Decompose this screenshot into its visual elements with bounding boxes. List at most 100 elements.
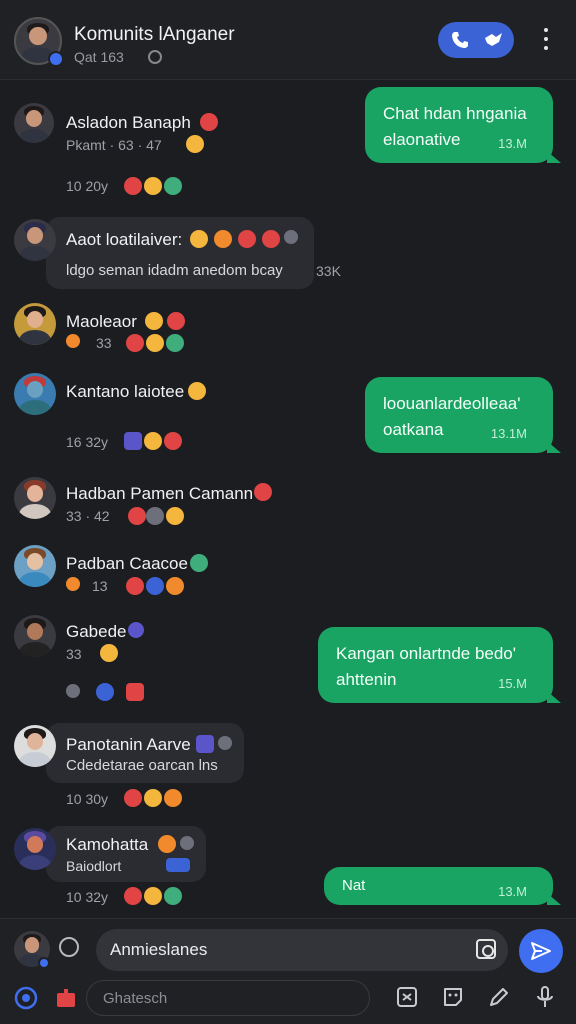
outgoing-time: 13.1M (490, 426, 527, 441)
message-time: 10 30y (66, 791, 109, 807)
composer: Anmieslanes Ghatesch (0, 918, 576, 1024)
gift-icon[interactable] (126, 683, 144, 701)
sender-name[interactable]: Hadban Pamen Camann (66, 484, 253, 504)
plant-icon (190, 554, 208, 572)
reaction-icon[interactable] (124, 789, 142, 807)
more-options-icon[interactable] (536, 28, 556, 54)
call-button-group[interactable] (438, 22, 514, 58)
outgoing-bubble[interactable]: loouanlardeolleaa' oatkana 13.1M (365, 377, 561, 453)
avatar[interactable] (14, 725, 56, 767)
reaction-icon[interactable] (128, 507, 146, 525)
sender-name[interactable]: Panotanin Aarve (66, 735, 191, 755)
reaction-icon[interactable] (164, 432, 182, 450)
outgoing-time: 13.M (498, 136, 527, 151)
sender-name[interactable]: Aaot loatilaiver: (66, 230, 182, 250)
phone-icon[interactable] (450, 30, 470, 50)
message-meta: 33 (66, 646, 82, 662)
message-input-value: Anmieslanes (110, 940, 208, 959)
share-icon[interactable] (96, 683, 114, 701)
sender-name[interactable]: Padban Caacoe (66, 554, 188, 574)
message-time: 10 32y (66, 889, 109, 905)
reaction-icon[interactable] (126, 577, 144, 595)
reaction-icon[interactable] (166, 334, 184, 352)
tag-icon (166, 858, 190, 872)
message-text: ldgo seman idadm anedom bcay (66, 262, 283, 279)
message-input[interactable]: Anmieslanes (96, 929, 508, 971)
camera-icon[interactable] (476, 939, 496, 959)
reaction-icon[interactable] (144, 789, 162, 807)
coin-icon (66, 577, 80, 591)
avatar[interactable] (14, 219, 56, 261)
verified-icon (128, 622, 144, 638)
outgoing-time: 15.M (498, 676, 527, 691)
reaction-icon[interactable] (146, 507, 164, 525)
sender-name[interactable]: Kamohatta (66, 835, 148, 855)
message-meta: 33 · 42 (66, 508, 110, 524)
pen-icon[interactable] (487, 985, 511, 1009)
chat-title[interactable]: Komunits lAnganer (74, 24, 235, 46)
reaction-icon[interactable] (164, 789, 182, 807)
microphone-icon[interactable] (533, 985, 557, 1009)
chat-header: Komunits lAnganer Qat 163 (0, 0, 576, 80)
outgoing-bubble[interactable]: Kangan onlartnde bedo' ahttenin 15.M (318, 627, 561, 703)
reaction-icon[interactable] (146, 577, 164, 595)
reaction-icon[interactable] (124, 432, 142, 450)
avatar[interactable] (14, 828, 56, 870)
badge-icon (196, 735, 214, 753)
reaction-icon[interactable] (164, 177, 182, 195)
reaction-icon[interactable] (164, 887, 182, 905)
reaction-icon[interactable] (124, 887, 142, 905)
emoji-icon (214, 230, 232, 248)
fire-icon (200, 113, 218, 131)
gift-icon[interactable] (54, 986, 78, 1010)
avatar[interactable] (14, 103, 54, 143)
avatar[interactable] (14, 615, 56, 657)
emoji-icon (190, 230, 208, 248)
outgoing-bubble[interactable]: Nat 13.M (324, 867, 561, 905)
reaction-icon[interactable] (146, 334, 164, 352)
emoji-icon (254, 483, 272, 501)
avatar[interactable] (14, 373, 56, 415)
reaction-icon[interactable] (166, 577, 184, 595)
reaction-icon[interactable] (124, 177, 142, 195)
emoji-icon (167, 312, 185, 330)
emoji-icon (145, 312, 163, 330)
outgoing-text-line1: Kangan onlartnde bedo' (336, 644, 517, 663)
sender-name[interactable]: Gabede (66, 622, 127, 642)
reaction-icon[interactable] (126, 334, 144, 352)
video-call-icon[interactable] (482, 30, 504, 50)
message-meta: Pkamt · 63 · 47 (66, 137, 162, 153)
outgoing-text-line2: oatkana (383, 420, 444, 439)
reaction-icon[interactable] (166, 507, 184, 525)
reaction-icon[interactable] (144, 887, 162, 905)
sticker-icon[interactable] (441, 985, 465, 1009)
sender-name[interactable]: Kantano laiotee (66, 382, 184, 402)
sender-name[interactable]: Asladon Banaph (66, 113, 191, 133)
message-count: 33K (316, 263, 341, 279)
reaction-icon[interactable] (144, 177, 162, 195)
sender-name[interactable]: Maoleaor (66, 312, 137, 332)
emoji-picker-icon[interactable] (59, 937, 79, 957)
avatar[interactable] (14, 545, 56, 587)
shield-icon (180, 836, 194, 850)
secondary-input[interactable]: Ghatesch (86, 980, 370, 1016)
gif-icon[interactable] (395, 985, 419, 1009)
send-button[interactable] (519, 929, 563, 973)
message-meta: 33 (96, 335, 112, 351)
emoji-icon (238, 230, 256, 248)
message-time: 16 32y (66, 434, 109, 450)
outgoing-text-line1: Nat (342, 877, 366, 894)
emoji-icon (188, 382, 206, 400)
avatar[interactable] (14, 303, 56, 345)
outgoing-bubble[interactable]: Chat hdan hngania elaonative 13.M (365, 87, 561, 163)
avatar[interactable] (14, 477, 56, 519)
message-list[interactable]: Asladon Banaph Pkamt · 63 · 47 10 20y Ch… (0, 81, 576, 919)
message-time: 10 20y (66, 178, 109, 194)
location-icon[interactable] (66, 684, 80, 698)
outgoing-text-line2: ahttenin (336, 670, 397, 689)
status-badge (38, 957, 50, 969)
status-icon (148, 50, 162, 64)
reaction-icon[interactable] (144, 432, 162, 450)
location-pin-icon[interactable] (14, 986, 38, 1010)
outgoing-text-line2: elaonative (383, 130, 461, 149)
